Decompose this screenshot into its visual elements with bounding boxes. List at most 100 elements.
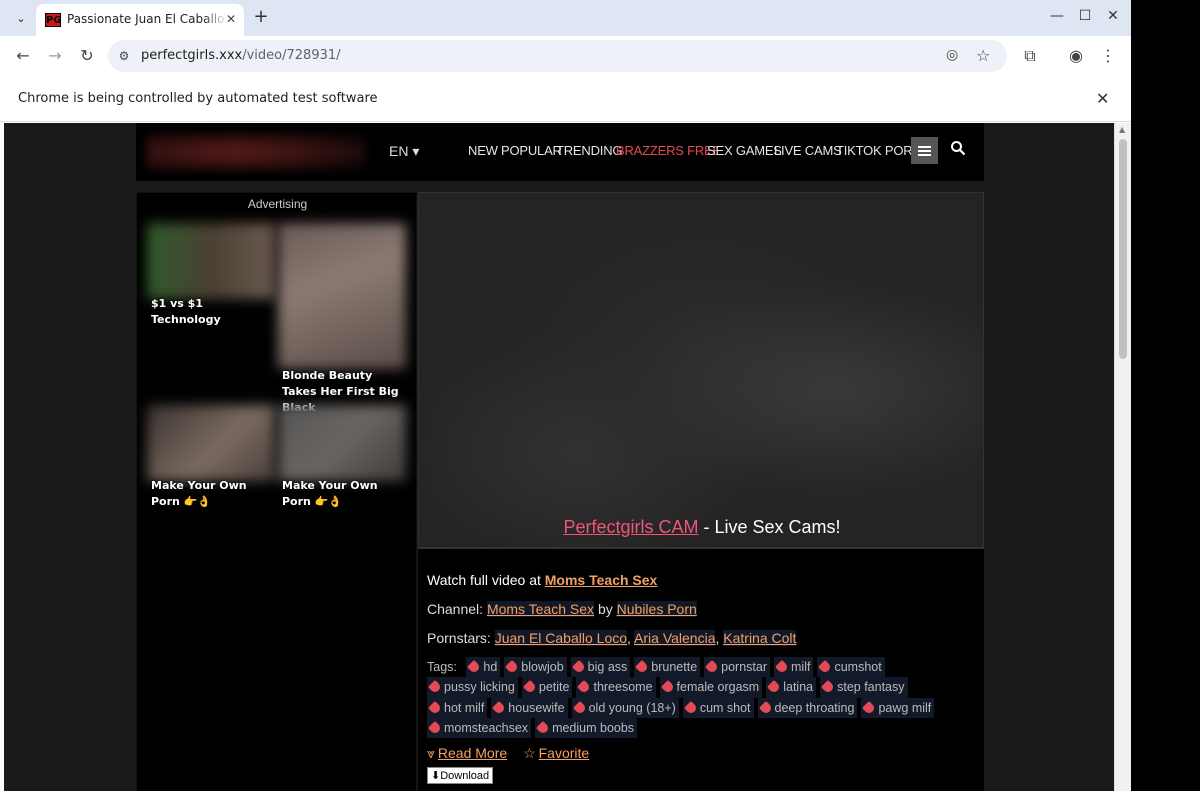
browser-window: ⌄ PG Passionate Juan El Caballo Loco ✕ +… [0,0,1131,791]
tag-label: pawg milf [878,700,932,715]
tag-label: old young (18+) [588,700,676,715]
tag-chip[interactable]: pawg milf [861,697,935,718]
advertising-label: Advertising [247,197,308,211]
forward-arrow-icon[interactable]: → [43,44,67,68]
tag-chip[interactable]: big ass [570,657,631,678]
infobar-close-icon[interactable]: ✕ [1096,89,1109,108]
maximize-icon[interactable]: ☐ [1075,8,1095,24]
tag-chip[interactable]: cum shot [682,697,754,718]
tag-label: female orgasm [676,680,760,695]
video-player[interactable]: Perfectgirls CAM - Live Sex Cams! [418,192,984,548]
tag-icon [427,680,443,695]
tag-chip[interactable]: pornstar [704,657,771,678]
nav-new[interactable]: NEW [468,143,498,158]
tag-chip[interactable]: hd [466,657,501,678]
site-logo[interactable] [146,133,366,171]
profile-avatar-icon[interactable]: ◉ [1064,44,1088,68]
reload-icon[interactable]: ↻ [75,44,99,68]
ad-thumbnail [147,223,275,299]
browser-toolbar: ← → ↻ ⚙ perfectgirls.xxx/video/728931/ ◎… [0,36,1131,76]
read-more-link[interactable]: Read More [438,745,507,761]
nav-trending[interactable]: TRENDING [556,143,622,158]
advertising-sidebar: Advertising $1 vs $1 Technology Blonde B… [136,192,417,791]
active-tab[interactable]: PG Passionate Juan El Caballo Loco ✕ [36,4,244,36]
cam-promo-line: Perfectgirls CAM - Live Sex Cams! [419,517,983,538]
ad-title: Make Your Own Porn 👉👌 [151,479,247,508]
tag-label: milf [791,660,811,674]
tag-chip[interactable]: female orgasm [659,677,763,698]
tag-chip[interactable]: brunette [634,657,701,678]
browser-menu-icon[interactable]: ⋮ [1096,44,1120,68]
tag-chip[interactable]: old young (18+) [571,697,679,718]
ad-title: $1 vs $1 Technology [151,297,221,326]
tag-chip[interactable]: blowjob [504,657,567,678]
site-favicon: PG [45,13,62,27]
language-selector[interactable]: EN ▾ [389,143,419,160]
tag-chip[interactable]: medium boobs [535,717,638,739]
tag-chip[interactable]: deep throating [757,697,858,718]
tag-label: medium boobs [552,720,635,735]
video-frame [419,193,983,547]
tag-chip[interactable]: housewife [491,697,568,718]
extensions-puzzle-icon[interactable]: ⧉ [1018,44,1042,68]
minimize-icon[interactable]: — [1047,8,1067,24]
ad-card[interactable]: Blonde Beauty Takes Her First Big Black [278,223,406,414]
nav-brazzers-free[interactable]: BRAZZERS FREE [616,143,721,158]
address-bar[interactable]: ⚙ perfectgirls.xxx/video/728931/ ◎ ☆ [108,40,1007,72]
tab-search-chevron-icon[interactable]: ⌄ [8,6,34,30]
tags-list: Tags: hd blowjob big ass brunette pornstar mi… [427,657,975,739]
network-link[interactable]: Nubiles Porn [616,601,697,617]
download-button[interactable]: ⬇Download [427,767,494,784]
bookmark-star-icon[interactable]: ☆ [976,46,990,65]
tag-icon [660,680,675,695]
back-arrow-icon[interactable]: ← [11,44,35,68]
tag-chip[interactable]: petite [521,677,573,698]
page-scrollbar[interactable]: ▲ [1114,123,1131,791]
tag-chip[interactable]: threesome [576,677,656,698]
tag-icon [635,659,650,675]
tag-chip[interactable]: pussy licking [427,677,518,698]
tag-chip[interactable]: milf [774,657,814,678]
ad-card[interactable]: $1 vs $1 Technology [147,223,275,333]
cam-link[interactable]: Perfectgirls CAM [563,517,698,537]
tracking-eye-icon[interactable]: ◎ [946,47,958,63]
channel-link[interactable]: Moms Teach Sex [486,601,595,617]
tag-chip[interactable]: cumshot [817,657,885,678]
nav-popular[interactable]: POPULAR [501,143,562,158]
nav-tiktok-porn[interactable]: TIKTOK PORN [836,143,922,158]
new-tab-button[interactable]: + [250,6,272,28]
pornstar-link[interactable]: Katrina Colt [723,630,797,646]
watch-link[interactable]: Moms Teach Sex [545,572,658,588]
nav-live-cams[interactable]: LIVE CAMS [774,143,842,158]
channel-label: Channel: [427,601,487,617]
scrollbar-thumb[interactable] [1119,139,1127,359]
tags-label: Tags: [427,660,457,674]
site-info-icon[interactable]: ⚙ [116,48,132,64]
pornstar-link[interactable]: Juan El Caballo Loco [494,630,628,646]
tag-label: cum shot [699,700,751,715]
cam-suffix: - Live Sex Cams! [698,517,841,537]
ad-card[interactable]: Make Your Own Porn 👉👌 [147,405,275,513]
search-icon[interactable] [950,140,966,156]
favorite-link[interactable]: Favorite [539,745,590,761]
tag-chip[interactable]: latina [766,677,817,698]
watch-prefix: Watch full video at [427,572,545,588]
tag-icon [818,659,833,675]
scroll-up-arrow-icon[interactable]: ▲ [1119,125,1125,134]
tab-close-icon[interactable]: ✕ [222,10,240,28]
url-host: perfectgirls.xxx [141,48,243,63]
channel-row: Channel: Moms Teach Sex by Nubiles Porn [427,601,697,617]
tag-label: pornstar [721,660,768,674]
tag-label: latina [783,680,814,695]
url-text[interactable]: perfectgirls.xxx/video/728931/ [141,48,341,63]
tag-chip[interactable]: step fantasy [820,677,908,698]
url-path: /video/728931/ [242,48,341,63]
tag-icon [427,720,443,735]
tag-chip[interactable]: momsteachsex [427,717,532,739]
nav-sex-games[interactable]: SEX GAMES [707,143,782,158]
close-window-icon[interactable]: ✕ [1103,8,1123,24]
tag-chip[interactable]: hot milf [427,697,488,718]
ad-card[interactable]: Make Your Own Porn 👉👌 [278,405,406,513]
hamburger-menu-icon[interactable] [911,137,938,164]
pornstar-link[interactable]: Aria Valencia [634,630,716,646]
